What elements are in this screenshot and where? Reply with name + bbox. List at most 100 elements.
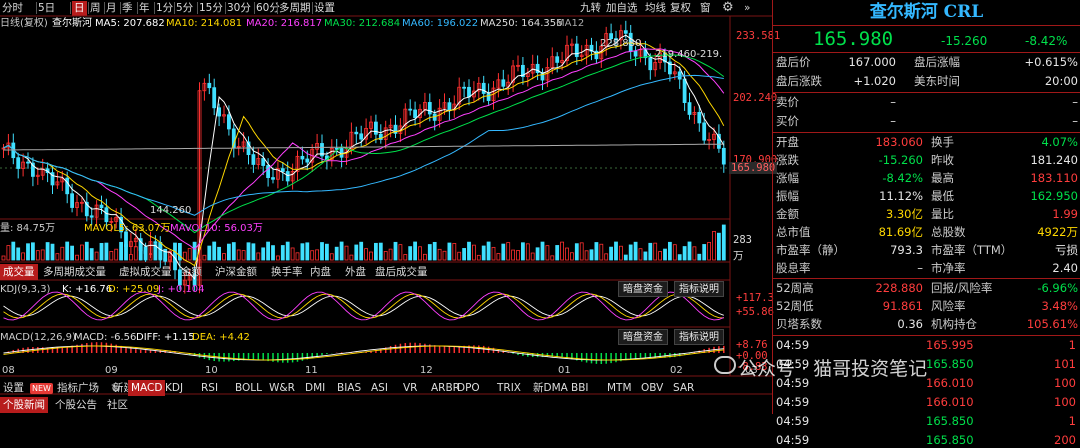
- book-row-1-value: –: [890, 114, 896, 128]
- indicator-tab-6[interactable]: 内盘: [307, 264, 334, 280]
- bottom-item-9[interactable]: ASI: [368, 380, 391, 396]
- bottom-item-16[interactable]: MTM: [604, 380, 635, 396]
- volume-bar: [133, 246, 138, 261]
- bottom-item-17[interactable]: OBV: [638, 380, 666, 396]
- tick-row-0: 04:59 165.995 1: [776, 337, 1078, 353]
- volume-bar: [320, 242, 324, 261]
- right-high-annotation: 219.460-219.: [655, 49, 723, 60]
- bottom-item-13[interactable]: TRIX: [494, 380, 524, 396]
- bottom-item-4[interactable]: RSI: [198, 380, 221, 396]
- stat-value2: 亏损: [1055, 243, 1078, 257]
- candle-body: [285, 171, 290, 182]
- stat-row-6: 市盈率（静） 793.3 市盈率（TTM） 亏损: [776, 242, 1078, 258]
- volume-bar: [589, 249, 594, 261]
- tick-time: 04:59: [776, 338, 810, 352]
- volume-bar: [516, 250, 520, 261]
- indicator-tab-7[interactable]: 外盘: [342, 264, 369, 280]
- indicator-tab-1[interactable]: 多周期成交量: [40, 264, 109, 280]
- bottom-item-6[interactable]: W&R: [266, 380, 298, 396]
- volume-axis-top: 283: [733, 234, 752, 246]
- volume-bar: [481, 245, 486, 261]
- bottom-item-3[interactable]: KDJ: [162, 380, 186, 396]
- volume-bar: [437, 248, 442, 261]
- dark-fund-button-1[interactable]: 暗盘资金: [618, 281, 668, 297]
- tick-price: 165.850: [926, 433, 974, 447]
- dark-fund-button-2[interactable]: 暗盘资金: [618, 329, 668, 345]
- volume-bar: [280, 245, 285, 261]
- candle-body: [373, 121, 378, 135]
- news-tab-1[interactable]: 个股公告: [52, 397, 100, 413]
- stat-value2: 1.99: [1052, 207, 1078, 221]
- candle-body: [721, 147, 726, 165]
- volume-bar: [226, 243, 231, 261]
- volume-bar: [427, 244, 432, 261]
- book-row-0: 卖价 – –: [776, 94, 1078, 110]
- bottom-item-12[interactable]: DPO: [454, 380, 483, 396]
- risk-value: 228.880: [875, 281, 923, 295]
- stat-row-0: 开盘 183.060 换手 4.07%: [776, 134, 1078, 150]
- volume-bar: [256, 252, 261, 261]
- bottom-item-15[interactable]: BBI: [568, 380, 592, 396]
- indicator-tab-0[interactable]: 成交量: [0, 264, 38, 280]
- tick-volume: 200: [1054, 433, 1076, 447]
- volume-bar: [30, 242, 35, 261]
- volume-bar: [329, 253, 334, 261]
- book-row-1-value2: –: [1072, 114, 1078, 128]
- stat-value: –: [917, 261, 923, 275]
- indicator-help-button-2[interactable]: 指标说明: [674, 329, 724, 345]
- bottom-item-7[interactable]: DMI: [302, 380, 328, 396]
- indicator-tab-4[interactable]: 沪深金额: [212, 264, 260, 280]
- candle-body: [481, 82, 486, 94]
- candle-body: [217, 107, 222, 117]
- indicator-help-button-1[interactable]: 指标说明: [674, 281, 724, 297]
- volume-bar: [119, 241, 123, 261]
- volume-bar: [413, 241, 418, 261]
- volume-bar: [231, 242, 236, 261]
- bottom-item-8[interactable]: BIAS: [334, 380, 364, 396]
- stat-label2: 换手: [931, 135, 954, 149]
- candle-body: [408, 108, 413, 111]
- indicator-tab-8[interactable]: 盘后成交量: [372, 264, 431, 280]
- volume-bar: [55, 253, 60, 261]
- volume-bar: [261, 247, 266, 261]
- volume-bar: [702, 244, 707, 261]
- volume-bar: [11, 241, 16, 261]
- stat-value2: 162.950: [1030, 189, 1078, 203]
- volume-bar: [555, 245, 560, 261]
- bottom-item-0[interactable]: 指标广场: [54, 380, 102, 396]
- volume-bar: [496, 253, 501, 261]
- volume-bar: [187, 248, 192, 261]
- volume-bar: [388, 248, 393, 261]
- volume-bar: [104, 242, 109, 261]
- stat-label: 涨幅: [776, 171, 799, 185]
- candle-body: [266, 165, 271, 178]
- news-tab-0[interactable]: 个股新闻: [0, 397, 48, 413]
- bottom-item-5[interactable]: BOLL: [232, 380, 265, 396]
- indicator-tab-2[interactable]: 虚拟成交量: [116, 264, 175, 280]
- volume-bar: [383, 251, 388, 261]
- volume-bar: [668, 241, 672, 261]
- candle-body: [212, 87, 217, 109]
- volume-axis-unit: 万: [733, 250, 744, 262]
- volume-bar: [697, 253, 702, 261]
- tick-price: 165.850: [926, 357, 974, 371]
- book-row-1: 买价 – –: [776, 113, 1078, 129]
- bottom-item-14[interactable]: 新DMA: [530, 380, 571, 396]
- news-tab-2[interactable]: 社区: [104, 397, 131, 413]
- indicator-tab-5[interactable]: 换手率: [268, 264, 306, 280]
- bottom-item-10[interactable]: VR: [400, 380, 420, 396]
- refresh-icon[interactable]: ↻: [108, 381, 123, 397]
- bottom-item-2[interactable]: MACD: [128, 380, 166, 396]
- volume-bar: [486, 241, 491, 261]
- volume-bar: [506, 242, 511, 261]
- candle-body: [486, 93, 491, 101]
- settings-button[interactable]: 设置: [0, 380, 27, 396]
- volume-bar: [648, 242, 653, 261]
- volume-bar: [643, 251, 648, 261]
- volume-bar: [310, 250, 315, 261]
- tick-volume: 100: [1054, 376, 1076, 390]
- high-annotation: 228.880: [600, 38, 642, 49]
- wechat-logo-icon: [714, 356, 736, 374]
- indicator-tab-3[interactable]: 金额: [178, 264, 205, 280]
- bottom-item-18[interactable]: SAR: [670, 380, 697, 396]
